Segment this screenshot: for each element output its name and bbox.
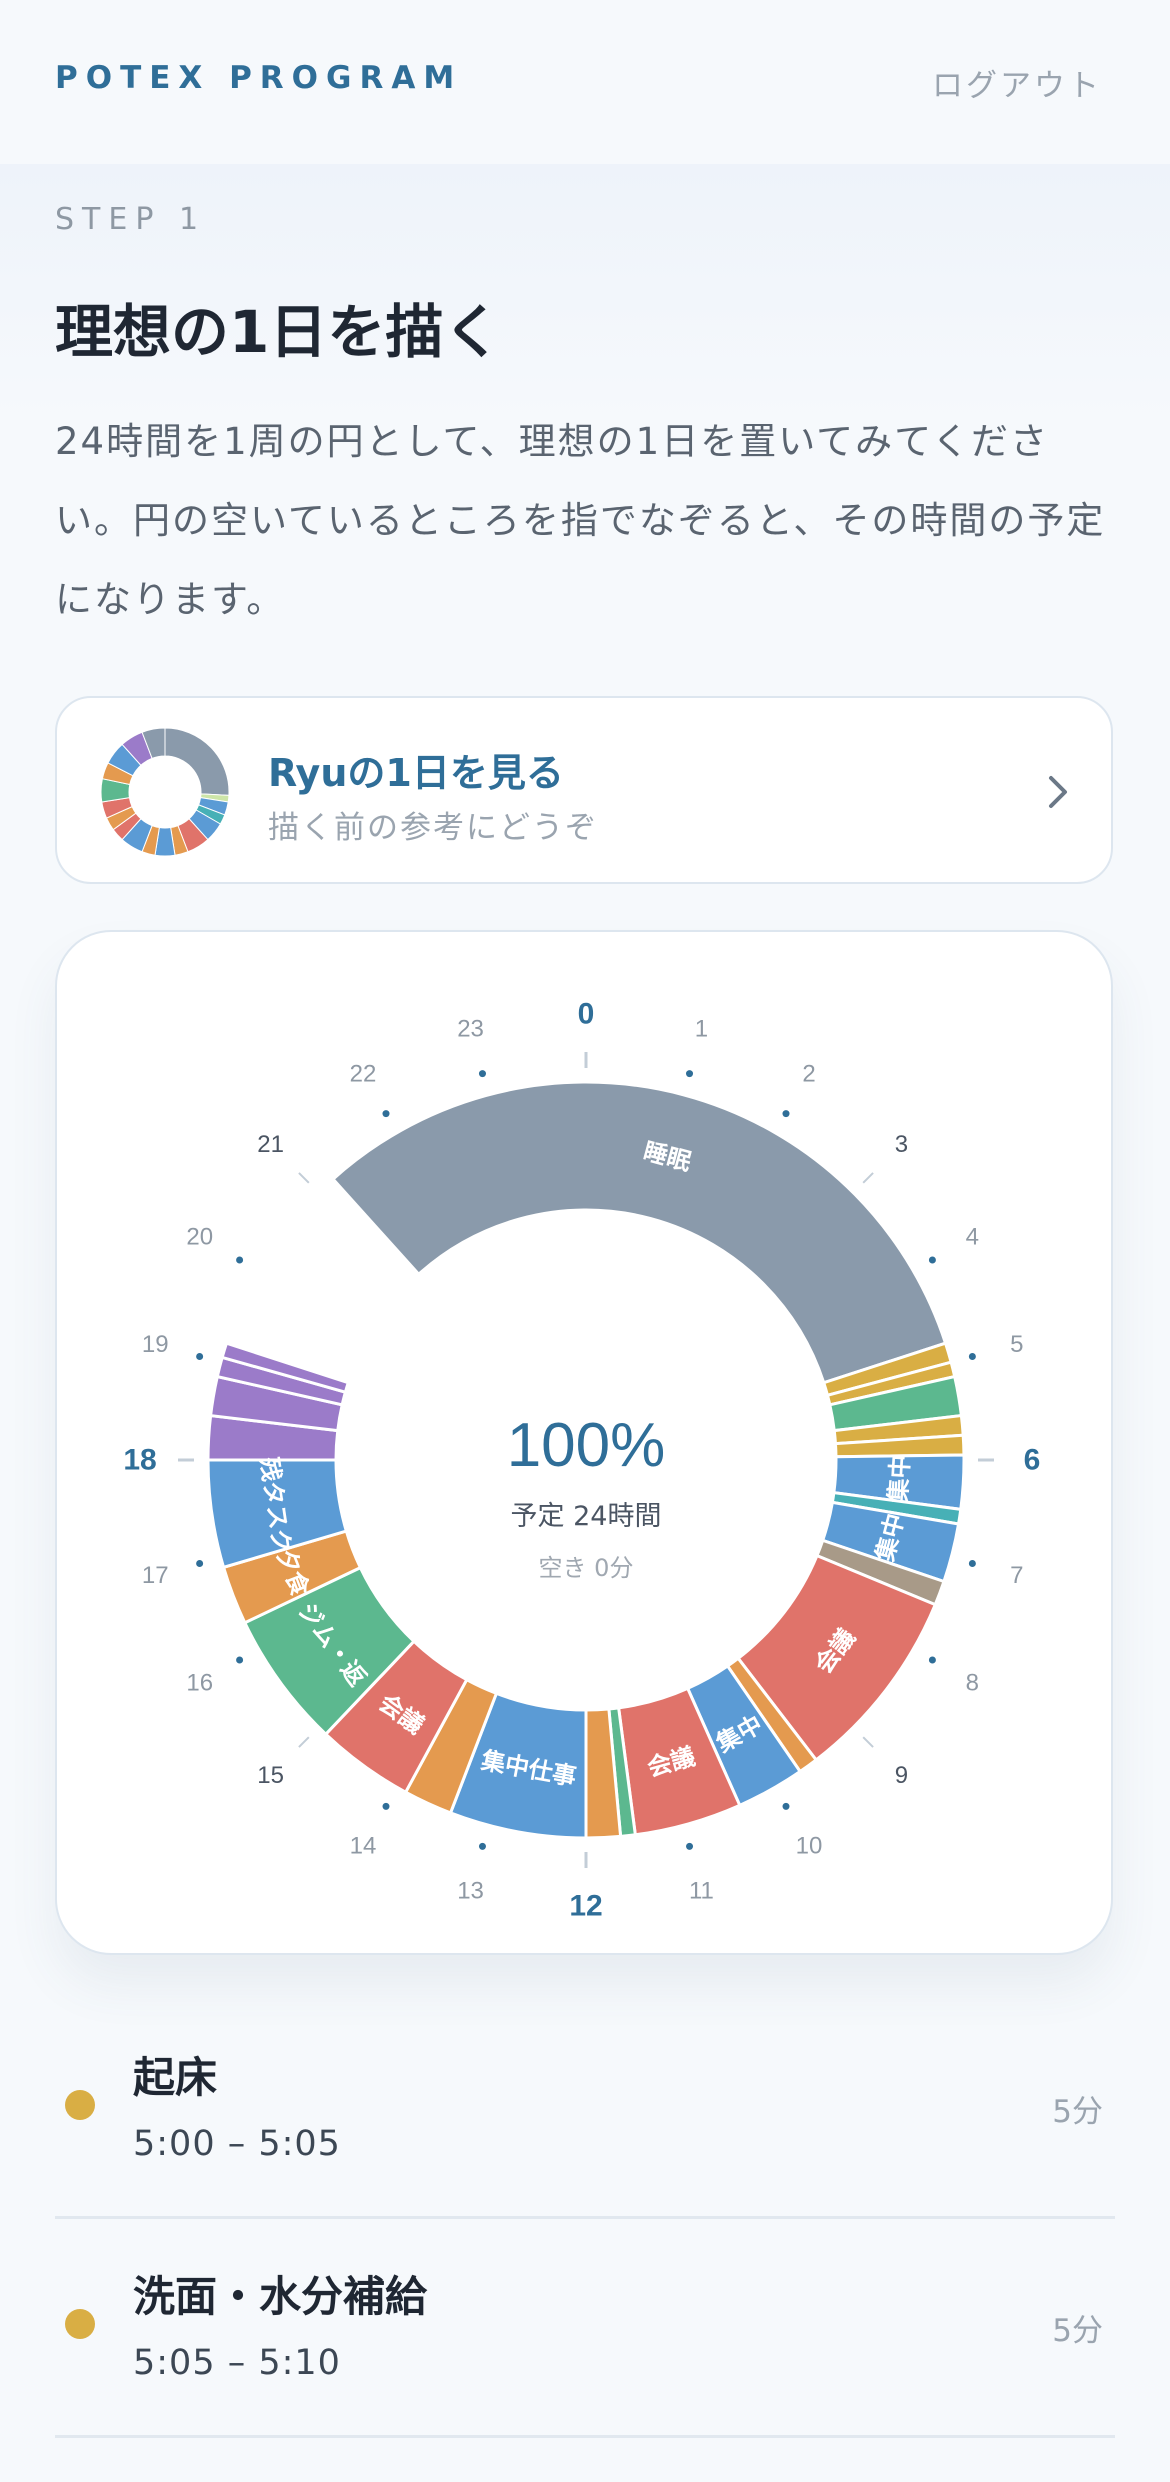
schedule-item-duration: 5分 bbox=[1052, 2313, 1103, 2349]
hour-dot bbox=[782, 1110, 790, 1118]
hour-label: 10 bbox=[796, 1833, 823, 1860]
reference-day-card[interactable]: Ryuの1日を見る 描く前の参考にどうぞ bbox=[55, 696, 1113, 884]
schedule-list: 起床 5:00 – 5:05 5分 洗面・水分補給 5:05 – 5:10 5分 bbox=[55, 2000, 1115, 2438]
hour-label: 13 bbox=[457, 1877, 484, 1904]
day-clock-card: 0 1 2 3 4 5 6 7 8 9 10 11 12 13 14 15 16 17 18 19 20 21 22 23 睡… bbox=[55, 930, 1113, 1955]
clock-segment-label: 集中 bbox=[884, 1454, 915, 1505]
hour-label: 11 bbox=[689, 1877, 714, 1904]
hour-dot bbox=[196, 1352, 204, 1360]
schedule-item-name: 起床 bbox=[133, 2053, 218, 2102]
hour-dot bbox=[382, 1802, 390, 1810]
reference-card-title: Ryuの1日を見る bbox=[268, 751, 564, 795]
category-dot-icon bbox=[65, 2090, 95, 2120]
clock-segment[interactable] bbox=[330, 1080, 948, 1385]
hour-label: 17 bbox=[142, 1562, 169, 1589]
category-dot-icon bbox=[65, 2309, 95, 2339]
hour-label: 23 bbox=[457, 1016, 484, 1043]
hour-label: 14 bbox=[350, 1833, 377, 1860]
hour-dot bbox=[782, 1802, 790, 1810]
hour-label: 12 bbox=[569, 1890, 602, 1923]
hour-label: 21 bbox=[257, 1131, 284, 1158]
page-description: 24時間を1周の円として、理想の1日を置いてみてください。円の空いているところを… bbox=[55, 420, 1106, 621]
schedule-item[interactable]: 洗面・水分補給 5:05 – 5:10 5分 bbox=[55, 2219, 1115, 2438]
chevron-right-icon bbox=[1049, 776, 1067, 808]
app-header: POTEX PROGRAM ログアウト bbox=[0, 0, 1170, 164]
hour-label: 15 bbox=[257, 1762, 284, 1789]
step-label: STEP 1 bbox=[55, 202, 207, 237]
day-clock[interactable]: 0 1234567891011121314151617181920212223 睡… bbox=[57, 932, 1113, 1955]
reference-donut-thumbnail bbox=[101, 728, 229, 856]
hour-label: 1 bbox=[695, 1016, 708, 1043]
hour-dot bbox=[928, 1256, 936, 1264]
hour-label: 18 bbox=[123, 1444, 156, 1477]
hour-label: 4 bbox=[966, 1224, 979, 1251]
logout-link[interactable]: ログアウト bbox=[932, 60, 1102, 105]
schedule-item[interactable]: 起床 5:00 – 5:05 5分 bbox=[55, 2000, 1115, 2219]
hour-label: 2 bbox=[802, 1060, 815, 1087]
hour-dot bbox=[478, 1842, 486, 1850]
hour-dot bbox=[382, 1110, 390, 1118]
hour-label: 20 bbox=[186, 1224, 213, 1251]
hour-dot bbox=[968, 1352, 976, 1360]
hour-label: 9 bbox=[895, 1762, 908, 1789]
hour-label: 6 bbox=[1024, 1444, 1041, 1477]
hour-tick bbox=[862, 1736, 874, 1748]
hour-dot bbox=[686, 1070, 694, 1078]
hour-label: 16 bbox=[186, 1670, 213, 1697]
hour-label: 7 bbox=[1010, 1562, 1023, 1589]
hour-tick bbox=[298, 1736, 310, 1748]
reference-card-subtitle: 描く前の参考にどうぞ bbox=[268, 810, 598, 846]
hour-label: 0 bbox=[578, 998, 595, 1031]
hour-dot bbox=[928, 1656, 936, 1664]
hour-label: 3 bbox=[895, 1131, 908, 1158]
schedule-item-name: 洗面・水分補給 bbox=[133, 2272, 428, 2321]
brand-logo: POTEX PROGRAM bbox=[55, 60, 463, 96]
hour-dot bbox=[686, 1842, 694, 1850]
hour-dot bbox=[196, 1560, 204, 1568]
page-title: 理想の1日を描く bbox=[55, 298, 502, 366]
scheduled-total: 予定 24時間 bbox=[511, 1501, 662, 1532]
thumbnail-segment bbox=[164, 728, 229, 796]
hour-label: 8 bbox=[966, 1670, 979, 1697]
hour-dot bbox=[236, 1656, 244, 1664]
fill-percent: 100% bbox=[507, 1411, 666, 1480]
schedule-item-time: 5:00 – 5:05 bbox=[133, 2124, 341, 2164]
hour-label: 19 bbox=[142, 1331, 169, 1358]
hour-dot bbox=[236, 1256, 244, 1264]
hour-tick bbox=[862, 1172, 874, 1184]
schedule-item-time: 5:05 – 5:10 bbox=[133, 2343, 341, 2383]
hour-label: 22 bbox=[350, 1060, 377, 1087]
free-total: 空き 0分 bbox=[539, 1554, 634, 1582]
hour-dot bbox=[968, 1560, 976, 1568]
hour-dot bbox=[478, 1070, 486, 1078]
hour-label: 5 bbox=[1010, 1331, 1023, 1358]
schedule-item-duration: 5分 bbox=[1052, 2094, 1103, 2130]
hour-tick bbox=[298, 1172, 310, 1184]
